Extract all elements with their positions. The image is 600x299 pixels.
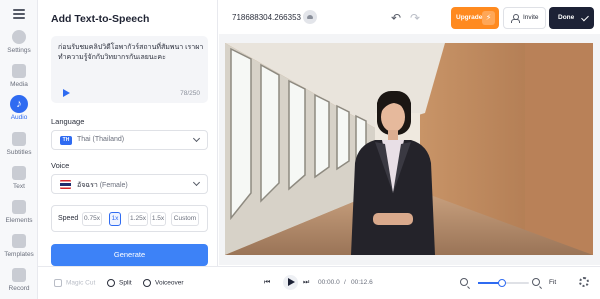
play-button[interactable] <box>283 275 298 290</box>
voice-select[interactable]: อัจฉรา (Female) <box>51 174 208 194</box>
nav-item-label: Elements <box>5 217 33 224</box>
nav-item-label: Record <box>8 285 30 292</box>
settings-gear-icon[interactable] <box>579 277 589 287</box>
plus-icon <box>12 64 26 78</box>
upgrade-label: Upgrade <box>456 14 483 21</box>
total-time: 00:12.6 <box>351 279 373 286</box>
voice-name: อัจฉรา <box>77 182 98 189</box>
templates-icon <box>12 234 26 248</box>
microphone-icon <box>143 279 151 287</box>
fit-button[interactable]: Fit <box>549 279 556 286</box>
current-time: 00:00.0 <box>318 279 340 286</box>
voiceover-label: Voiceover <box>155 279 184 287</box>
nav-item-label: Media <box>10 81 28 88</box>
speed-option-1.25x[interactable]: 1.25x <box>128 212 148 226</box>
zoom-out-icon[interactable] <box>460 278 468 286</box>
speed-label: Speed <box>58 215 79 222</box>
voice-value: อัจฉรา (Female) <box>77 180 128 191</box>
character-counter: 78/250 <box>180 90 200 97</box>
magic-wand-icon <box>54 279 62 287</box>
language-value: Thai (Thailand) <box>77 136 125 143</box>
chevron-down-icon <box>192 134 201 143</box>
add-person-icon <box>511 14 520 23</box>
panel-title: Add Text-to-Speech <box>51 13 150 25</box>
voice-gender: (Female) <box>99 182 128 189</box>
time-separator: / <box>344 279 346 286</box>
generate-button[interactable]: Generate <box>51 244 208 266</box>
nav-item-record[interactable]: Record <box>0 268 38 299</box>
split-button[interactable]: Split <box>107 279 132 287</box>
cloud-save-icon <box>303 10 317 24</box>
nav-item-label: Settings <box>7 47 31 54</box>
nav-item-label: Subtitles <box>6 149 32 156</box>
done-button[interactable]: Done <box>549 7 594 29</box>
zoom-slider[interactable] <box>478 279 529 287</box>
language-label: Language <box>51 117 85 126</box>
timeline-toolbar: Magic Cut Split Voiceover ⏮ ⏭ 00:00.0 / … <box>38 266 600 299</box>
nav-item-label: Text <box>13 183 25 190</box>
nav-item-text[interactable]: Text <box>0 166 38 200</box>
project-name[interactable]: 718688304.266353 <box>232 13 301 22</box>
skip-forward-icon[interactable]: ⏭ <box>303 279 309 287</box>
nav-item-media[interactable]: Media <box>0 64 38 98</box>
invite-label: Invite <box>523 14 539 21</box>
zoom-in-icon[interactable] <box>532 278 540 286</box>
zoom-slider-handle[interactable] <box>498 279 507 287</box>
magic-cut-label: Magic Cut <box>66 279 96 287</box>
lightning-icon: ⚡ <box>482 11 495 25</box>
thai-flag-icon <box>60 180 71 189</box>
nav-item-settings[interactable]: Settings <box>0 30 38 64</box>
checkmark-icon <box>581 13 589 22</box>
invite-button[interactable]: Invite <box>503 7 546 29</box>
language-badge: TH <box>60 136 72 145</box>
hamburger-menu-icon[interactable] <box>13 9 25 19</box>
split-label: Split <box>119 279 132 287</box>
speed-option-0.75x[interactable]: 0.75x <box>82 212 102 226</box>
upgrade-button[interactable]: Upgrade ⚡ <box>451 7 499 29</box>
nav-item-label: Audio <box>10 114 28 121</box>
video-frame-image <box>225 43 593 255</box>
speed-option-1.5x[interactable]: 1.5x <box>150 212 166 226</box>
chevron-down-icon <box>192 178 201 187</box>
shapes-icon <box>12 200 26 214</box>
speed-selector: Speed 0.75x 1x 1.25x 1.5x Custom <box>51 205 208 232</box>
tts-panel: Add Text-to-Speech ก่อนรับชมคลิปวิดีโอพา… <box>38 0 218 299</box>
speed-option-1x[interactable]: 1x <box>109 212 121 226</box>
language-select[interactable]: TH Thai (Thailand) <box>51 130 208 150</box>
video-preview[interactable] <box>225 43 593 255</box>
text-icon <box>12 166 26 180</box>
record-icon <box>12 268 26 282</box>
skip-back-icon[interactable]: ⏮ <box>264 279 270 287</box>
nav-item-label: Templates <box>4 251 34 258</box>
preview-play-icon[interactable] <box>61 88 71 98</box>
subtitles-icon <box>12 132 26 146</box>
tts-text-input[interactable]: ก่อนรับชมคลิปวิดีโอพากัวร์สถานที่สัมพนา … <box>51 36 208 103</box>
left-nav: Settings Media Audio Subtitles Text Elem… <box>0 0 38 299</box>
nav-item-subtitles[interactable]: Subtitles <box>0 132 38 166</box>
speed-option-custom[interactable]: Custom <box>171 212 199 226</box>
music-note-icon <box>10 95 28 113</box>
nav-item-templates[interactable]: Templates <box>0 234 38 268</box>
voice-label: Voice <box>51 161 70 170</box>
gear-icon <box>12 30 26 44</box>
nav-item-elements[interactable]: Elements <box>0 200 38 234</box>
scissors-icon <box>107 279 115 287</box>
nav-item-audio[interactable]: Audio <box>0 95 38 129</box>
done-label: Done <box>558 14 575 21</box>
undo-icon[interactable]: ↶ <box>391 11 401 25</box>
redo-icon[interactable]: ↷ <box>410 11 420 25</box>
tts-text[interactable]: ก่อนรับชมคลิปวิดีโอพากัวร์สถานที่สัมพนา … <box>58 43 204 63</box>
magic-cut-button[interactable]: Magic Cut <box>54 279 95 287</box>
voiceover-button[interactable]: Voiceover <box>143 279 184 287</box>
